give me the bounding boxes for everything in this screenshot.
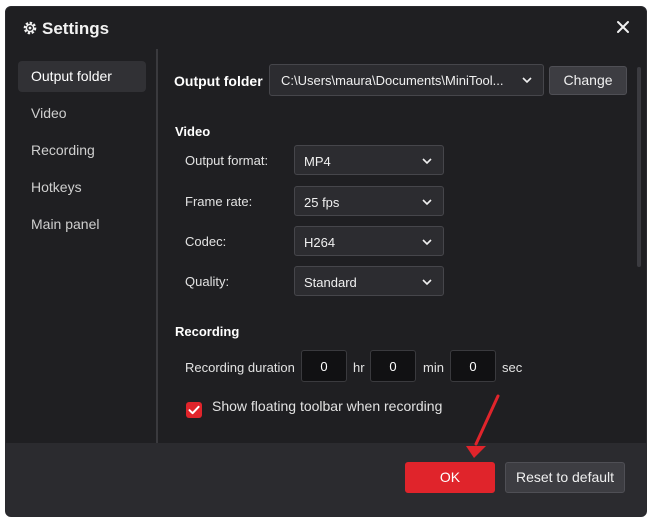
output-format-value: MP4 bbox=[304, 154, 331, 169]
codec-dropdown[interactable]: H264 bbox=[294, 226, 444, 256]
recording-duration-label: Recording duration bbox=[185, 360, 295, 375]
output-format-label: Output format: bbox=[185, 153, 269, 168]
minutes-unit: min bbox=[423, 360, 444, 375]
sidebar-item-label: Recording bbox=[31, 142, 95, 158]
quality-dropdown[interactable]: Standard bbox=[294, 266, 444, 296]
sidebar-item-label: Output folder bbox=[31, 68, 112, 84]
codec-value: H264 bbox=[304, 235, 336, 250]
chevron-down-icon bbox=[422, 199, 432, 206]
seconds-unit: sec bbox=[502, 360, 523, 375]
scrollbar[interactable] bbox=[637, 67, 641, 267]
floating-toolbar-checkbox[interactable] bbox=[186, 402, 202, 418]
sidebar-item-label: Main panel bbox=[31, 216, 100, 232]
output-format-dropdown[interactable]: MP4 bbox=[294, 145, 444, 175]
ok-button[interactable]: OK bbox=[405, 462, 495, 493]
duration-hours-input[interactable] bbox=[301, 350, 347, 382]
output-folder-path: C:\Users\maura\Documents\MiniTool... bbox=[281, 73, 504, 88]
gear-icon bbox=[23, 21, 37, 35]
quality-label: Quality: bbox=[185, 274, 230, 289]
output-folder-label: Output folder bbox=[174, 73, 263, 89]
floating-toolbar-label: Show floating toolbar when recording bbox=[212, 398, 443, 414]
chevron-down-icon bbox=[422, 279, 432, 286]
duration-seconds-input[interactable] bbox=[450, 350, 496, 382]
sidebar-item-label: Video bbox=[31, 105, 67, 121]
hours-unit: hr bbox=[353, 360, 365, 375]
chevron-down-icon bbox=[422, 239, 432, 246]
frame-rate-value: 25 fps bbox=[304, 195, 340, 210]
video-section-heading: Video bbox=[175, 124, 211, 139]
duration-minutes-input[interactable] bbox=[370, 350, 416, 382]
change-folder-button[interactable]: Change bbox=[549, 66, 627, 95]
sidebar: Output folder Video Recording Hotkeys Ma… bbox=[6, 49, 158, 443]
check-icon bbox=[188, 405, 200, 415]
title-bar: Settings bbox=[6, 7, 646, 49]
reset-to-default-button[interactable]: Reset to default bbox=[505, 462, 625, 493]
close-icon bbox=[617, 21, 629, 33]
dialog-title: Settings bbox=[42, 19, 110, 38]
sidebar-item-output-folder[interactable]: Output folder bbox=[18, 61, 146, 92]
dialog-footer: OK Reset to default bbox=[6, 443, 646, 516]
sidebar-item-hotkeys[interactable]: Hotkeys bbox=[18, 172, 146, 203]
chevron-down-icon bbox=[422, 158, 432, 165]
sidebar-item-recording[interactable]: Recording bbox=[18, 135, 146, 166]
quality-value: Standard bbox=[304, 275, 357, 290]
sidebar-item-main-panel[interactable]: Main panel bbox=[18, 209, 146, 240]
close-button[interactable] bbox=[612, 16, 634, 38]
sidebar-item-label: Hotkeys bbox=[31, 179, 82, 195]
chevron-down-icon bbox=[522, 77, 532, 84]
frame-rate-label: Frame rate: bbox=[185, 194, 253, 209]
output-folder-path-dropdown[interactable]: C:\Users\maura\Documents\MiniTool... bbox=[269, 64, 544, 96]
sidebar-item-video[interactable]: Video bbox=[18, 98, 146, 129]
recording-section-heading: Recording bbox=[175, 324, 240, 339]
codec-label: Codec: bbox=[185, 234, 227, 249]
frame-rate-dropdown[interactable]: 25 fps bbox=[294, 186, 444, 216]
settings-dialog: Settings Output folder Video Recording H… bbox=[5, 6, 647, 517]
